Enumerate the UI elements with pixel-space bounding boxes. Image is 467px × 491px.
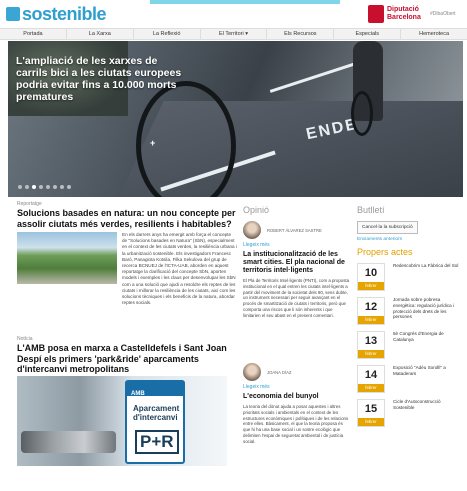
nav-item-especials[interactable]: Especials bbox=[334, 29, 402, 39]
article-thumbnail[interactable] bbox=[17, 232, 117, 284]
logo-text: sostenible bbox=[22, 4, 107, 24]
read-more-link[interactable]: Llegeix més bbox=[243, 242, 351, 248]
event-day: 14 bbox=[364, 369, 378, 381]
avatar bbox=[243, 221, 261, 239]
slider-dot[interactable] bbox=[25, 185, 29, 189]
event-day: 12 bbox=[364, 301, 378, 313]
slider-dot[interactable] bbox=[67, 185, 71, 189]
event-date: 12 febrer bbox=[357, 297, 385, 325]
unsubscribe-button[interactable]: Cancel·la la subscripció bbox=[357, 221, 418, 234]
hero-headline[interactable]: L'ampliació de les xarxes de carrils bic… bbox=[16, 55, 186, 103]
opinion-column: Opinió ROBERT ÁLVAREZ SASTRE Llegeix més… bbox=[243, 205, 351, 468]
event-month: febrer bbox=[358, 282, 384, 290]
event-day: 10 bbox=[364, 267, 378, 279]
nav-item-el-territori[interactable]: El Territori ▾ bbox=[201, 29, 268, 39]
event-title[interactable]: Cicle d'Autoconstrucció Sostenible bbox=[393, 399, 462, 427]
event-date: 13 febrer bbox=[357, 331, 385, 359]
opinion-heading: Opinió bbox=[243, 205, 270, 215]
event-date: 14 febrer bbox=[357, 365, 385, 393]
opinion-title[interactable]: L'economia del bunyol bbox=[243, 393, 351, 401]
nav-item-els-recursos[interactable]: Els Recursos bbox=[267, 29, 335, 39]
slider-dot[interactable] bbox=[39, 185, 43, 189]
slider-dot[interactable] bbox=[18, 185, 22, 189]
event-month: febrer bbox=[358, 384, 384, 392]
top-accent-stripe bbox=[150, 0, 340, 4]
event-month: febrer bbox=[358, 316, 384, 324]
slider-dot[interactable] bbox=[46, 185, 50, 189]
nav-item-la-xarxa[interactable]: La Xarxa bbox=[67, 29, 134, 39]
nav-item-hemeroteca[interactable]: Hemeroteca bbox=[401, 29, 467, 39]
hero-slider[interactable]: ENDE L'ampliació de les xarxes de carril… bbox=[8, 41, 463, 197]
article-kicker: Notícia bbox=[17, 336, 33, 342]
slider-pagination bbox=[18, 185, 71, 189]
event-title[interactable]: Redescobrim La Fàbrica del Sol bbox=[393, 263, 458, 291]
event-day: 15 bbox=[364, 403, 378, 415]
opinion-excerpt: La teoria del dònut ajuda a posar aquest… bbox=[243, 404, 349, 444]
sidebar-column: Butlletí Cancel·la la subscripció Enviam… bbox=[357, 205, 462, 427]
bicycle-wheel-icon bbox=[351, 91, 373, 136]
articles-column: Reportatge Solucions basades en natura: … bbox=[17, 201, 237, 466]
diputacio-shield-icon bbox=[368, 5, 384, 23]
opinion-title[interactable]: La institucionalització de les smart cit… bbox=[243, 251, 351, 275]
sign-text: Aparcament d'intercanvi bbox=[133, 404, 180, 422]
article-title[interactable]: L'AMB posa en marxa a Castelldefels i Sa… bbox=[17, 343, 237, 375]
previous-issues-link[interactable]: Enviaments anteriors bbox=[357, 237, 462, 242]
event-title[interactable]: 5è Congrés d'Energia de Catalunya bbox=[393, 331, 462, 359]
event-item[interactable]: 14 febrer Exposició "Adéu Sorolll" a Mat… bbox=[357, 365, 462, 393]
nav-item-portada[interactable]: Portada bbox=[0, 29, 67, 39]
parked-cars bbox=[21, 431, 116, 453]
event-item[interactable]: 13 febrer 5è Congrés d'Energia de Catalu… bbox=[357, 331, 462, 359]
event-date: 15 febrer bbox=[357, 399, 385, 427]
event-day: 13 bbox=[364, 335, 378, 347]
article-body: En els darrers anys ha emergit amb força… bbox=[122, 232, 237, 306]
hero-plus-icon[interactable]: + bbox=[150, 138, 155, 148]
lane-marking bbox=[269, 62, 357, 93]
main-nav: Portada La Xarxa La Reflexió El Territor… bbox=[0, 28, 467, 40]
article-kicker: Reportatge bbox=[17, 201, 42, 207]
hashtag-link[interactable]: #DibaObert bbox=[430, 11, 456, 17]
opinion-author: JOANA DÍAZ bbox=[243, 363, 351, 381]
sign-pr-label: P+R bbox=[135, 430, 179, 454]
avatar bbox=[243, 363, 261, 381]
author-name: JOANA DÍAZ bbox=[267, 369, 292, 375]
read-more-link[interactable]: Llegeix més bbox=[243, 384, 351, 390]
sign-head-text: AMB bbox=[131, 391, 145, 397]
slider-dot[interactable] bbox=[53, 185, 57, 189]
opinion-excerpt: El Pla de Territoris Intel·ligents (PNTI… bbox=[243, 278, 350, 318]
logo-mark-icon bbox=[6, 7, 20, 21]
slider-dot[interactable] bbox=[60, 185, 64, 189]
sign-header: AMB bbox=[127, 382, 183, 397]
events-heading: Propers actes bbox=[357, 247, 413, 257]
event-title[interactable]: Jornada sobre pobresa energètica: regula… bbox=[393, 297, 462, 325]
park-ride-sign: AMB Aparcament d'intercanvi P+R bbox=[125, 380, 185, 464]
author-name: ROBERT ÁLVAREZ SASTRE bbox=[267, 227, 322, 233]
opinion-author: ROBERT ÁLVAREZ SASTRE bbox=[243, 221, 351, 239]
nav-item-la-reflexio[interactable]: La Reflexió bbox=[134, 29, 201, 39]
article-title[interactable]: Solucions basades en natura: un nou conc… bbox=[17, 208, 237, 229]
event-item[interactable]: 12 febrer Jornada sobre pobresa energèti… bbox=[357, 297, 462, 325]
event-item[interactable]: 10 febrer Redescobrim La Fàbrica del Sol bbox=[357, 263, 462, 291]
partner-name: Diputació Barcelona bbox=[387, 6, 421, 21]
top-bar: sostenible Diputació Barcelona #DibaOber… bbox=[0, 0, 467, 28]
article-summary: En els darrers anys ha emergit amb força… bbox=[17, 232, 237, 320]
site-logo[interactable]: sostenible bbox=[6, 4, 107, 24]
event-title[interactable]: Exposició "Adéu Sorolll" a Mataderars bbox=[393, 365, 462, 393]
article-thumbnail[interactable]: AMB Aparcament d'intercanvi P+R bbox=[17, 376, 227, 466]
partner-logo[interactable]: Diputació Barcelona bbox=[368, 5, 421, 23]
event-month: febrer bbox=[358, 418, 384, 426]
newsletter-heading: Butlletí bbox=[357, 205, 385, 215]
event-month: febrer bbox=[358, 350, 384, 358]
slider-dot-active[interactable] bbox=[32, 185, 36, 189]
event-date: 10 febrer bbox=[357, 263, 385, 291]
event-item[interactable]: 15 febrer Cicle d'Autoconstrucció Sosten… bbox=[357, 399, 462, 427]
